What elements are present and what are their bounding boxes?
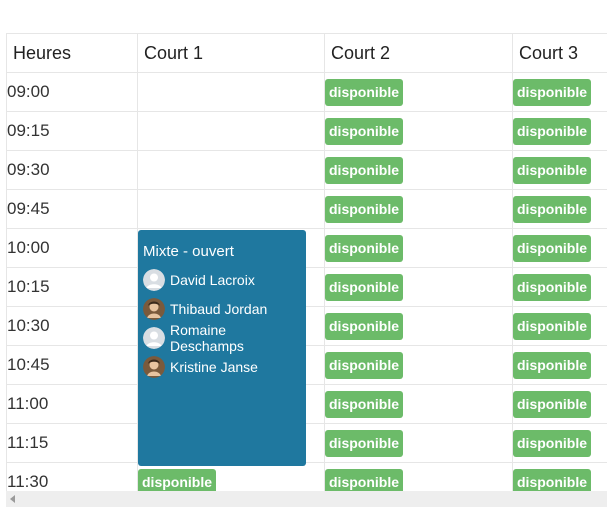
- table-row: 11:00 disponible disponible: [6, 384, 607, 424]
- slot-cell-court-2: disponible: [324, 72, 513, 112]
- slot-cell-court-1: [137, 111, 325, 151]
- user-photo-avatar: [143, 297, 165, 320]
- table-row: 09:45 disponible disponible: [6, 189, 607, 229]
- booking-players: David Lacroix Thibaud Jordan Romaine Desch…: [143, 267, 302, 379]
- available-slot-button[interactable]: disponible: [513, 312, 591, 340]
- available-slot-button[interactable]: disponible: [325, 390, 403, 418]
- schedule-table: Heures Court 1 Court 2 Court 3 09:00 disp…: [6, 33, 607, 502]
- slot-cell-court-2: disponible: [324, 384, 513, 424]
- slot-cell-court-3: disponible: [512, 345, 607, 385]
- time-label: 09:30: [6, 150, 138, 190]
- column-header-court-2: Court 2: [324, 33, 513, 73]
- column-header-court-1: Court 1: [137, 33, 325, 73]
- available-slot-button[interactable]: disponible: [325, 273, 403, 301]
- slot-cell-court-2: disponible: [324, 150, 513, 190]
- available-slot-button[interactable]: disponible: [325, 234, 403, 262]
- table-row: 10:45 disponible disponible: [6, 345, 607, 385]
- header-row: Heures Court 1 Court 2 Court 3: [6, 33, 607, 73]
- table-row: 11:15 disponible disponible: [6, 423, 607, 463]
- user-photo-avatar: [143, 355, 165, 378]
- slot-cell-court-2: disponible: [324, 267, 513, 307]
- time-label: 11:15: [6, 423, 138, 463]
- available-slot-button[interactable]: disponible: [513, 429, 591, 457]
- slot-cell-court-2: disponible: [324, 423, 513, 463]
- default-avatar-icon: [143, 326, 165, 349]
- table-row: 09:15 disponible disponible: [6, 111, 607, 151]
- slot-cell-court-3: disponible: [512, 111, 607, 151]
- slot-cell-court-3: disponible: [512, 72, 607, 112]
- slot-cell-court-1: [137, 72, 325, 112]
- available-slot-button[interactable]: disponible: [513, 273, 591, 301]
- time-label: 10:30: [6, 306, 138, 346]
- available-slot-button[interactable]: disponible: [325, 195, 403, 223]
- horizontal-scrollbar[interactable]: [6, 491, 607, 507]
- available-slot-button[interactable]: disponible: [325, 156, 403, 184]
- column-header-time: Heures: [6, 33, 138, 73]
- slot-cell-court-2: disponible: [324, 228, 513, 268]
- default-avatar-icon: [143, 268, 165, 291]
- time-label: 09:15: [6, 111, 138, 151]
- available-slot-button[interactable]: disponible: [325, 312, 403, 340]
- slot-cell-court-1: [137, 150, 325, 190]
- slot-cell-court-2: disponible: [324, 345, 513, 385]
- available-slot-button[interactable]: disponible: [325, 351, 403, 379]
- table-row: 10:15 disponible disponible: [6, 267, 607, 307]
- table-row: 09:00 disponible disponible: [6, 72, 607, 112]
- player-item[interactable]: Thibaud Jordan: [143, 296, 302, 321]
- table-row: 09:30 disponible disponible: [6, 150, 607, 190]
- scroll-left-arrow-icon[interactable]: [10, 495, 15, 503]
- time-label: 11:00: [6, 384, 138, 424]
- available-slot-button[interactable]: disponible: [513, 195, 591, 223]
- time-label: 10:00: [6, 228, 138, 268]
- available-slot-button[interactable]: disponible: [513, 78, 591, 106]
- slot-cell-court-3: disponible: [512, 189, 607, 229]
- time-label: 10:15: [6, 267, 138, 307]
- player-item[interactable]: Romaine Deschamps: [143, 322, 302, 354]
- schedule-body: 09:00 disponible disponible 09:15 disponible…: [6, 72, 607, 502]
- available-slot-button[interactable]: disponible: [325, 78, 403, 106]
- time-label: 10:45: [6, 345, 138, 385]
- available-slot-button[interactable]: disponible: [325, 117, 403, 145]
- available-slot-button[interactable]: disponible: [513, 156, 591, 184]
- slot-cell-court-3: disponible: [512, 228, 607, 268]
- player-item[interactable]: Kristine Janse: [143, 354, 302, 379]
- available-slot-button[interactable]: disponible: [513, 351, 591, 379]
- available-slot-button[interactable]: disponible: [325, 429, 403, 457]
- player-item[interactable]: David Lacroix: [143, 267, 302, 292]
- booking-title: Mixte - ouvert: [143, 243, 234, 260]
- booking-block[interactable]: Mixte - ouvert David Lacroix Thibaud Jord…: [138, 230, 306, 466]
- player-name: Thibaud Jordan: [170, 300, 268, 317]
- slot-cell-court-3: disponible: [512, 150, 607, 190]
- table-row: 10:30 disponible disponible: [6, 306, 607, 346]
- slot-cell-court-2: disponible: [324, 111, 513, 151]
- slot-cell-court-1: [137, 189, 325, 229]
- slot-cell-court-2: disponible: [324, 306, 513, 346]
- player-name: David Lacroix: [170, 271, 255, 288]
- column-header-court-3: Court 3: [512, 33, 607, 73]
- time-label: 09:45: [6, 189, 138, 229]
- slot-cell-court-3: disponible: [512, 384, 607, 424]
- available-slot-button[interactable]: disponible: [513, 117, 591, 145]
- player-name: Kristine Janse: [170, 358, 258, 375]
- available-slot-button[interactable]: disponible: [513, 234, 591, 262]
- available-slot-button[interactable]: disponible: [513, 390, 591, 418]
- schedule-grid: Heures Court 1 Court 2 Court 3 09:00 disp…: [6, 33, 607, 503]
- slot-cell-court-3: disponible: [512, 267, 607, 307]
- court-schedule-view: Heures Court 1 Court 2 Court 3 09:00 disp…: [0, 0, 607, 507]
- time-label: 09:00: [6, 72, 138, 112]
- slot-cell-court-2: disponible: [324, 189, 513, 229]
- player-name: Romaine Deschamps: [170, 321, 244, 354]
- slot-cell-court-3: disponible: [512, 306, 607, 346]
- slot-cell-court-3: disponible: [512, 423, 607, 463]
- table-row: 10:00 disponible disponible: [6, 228, 607, 268]
